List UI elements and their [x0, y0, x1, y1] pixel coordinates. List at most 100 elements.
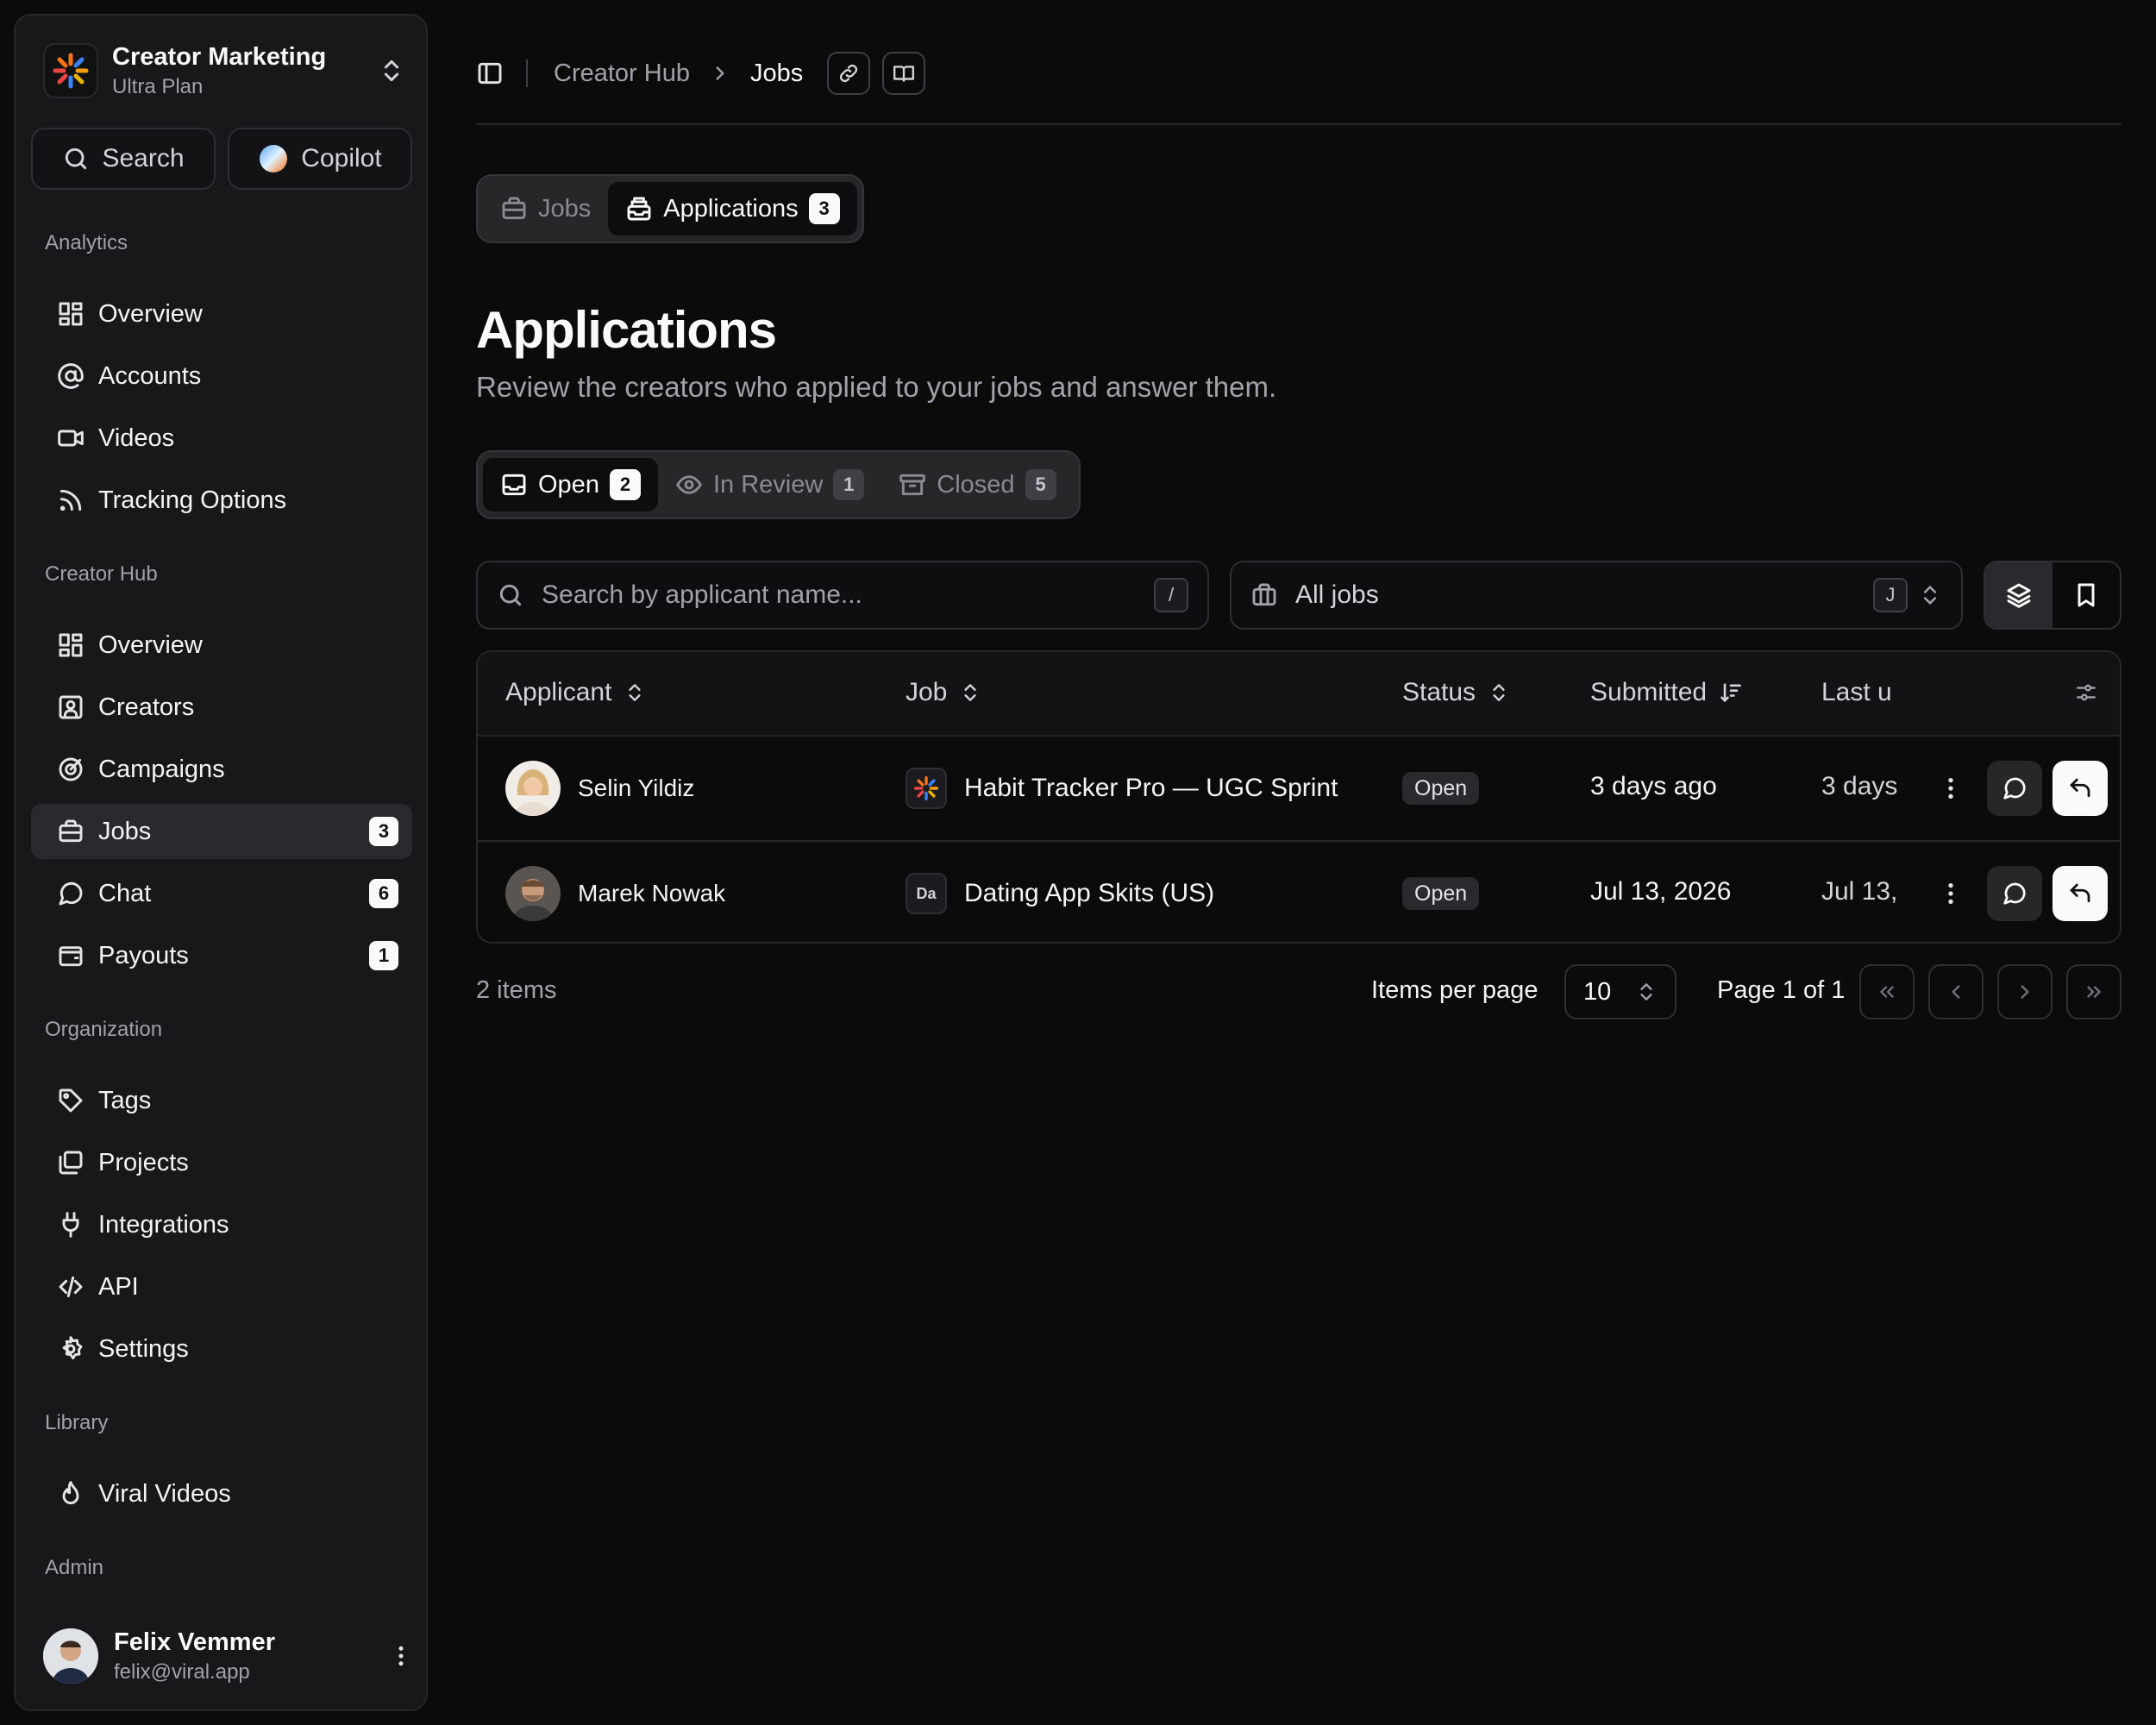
status-badge: Open — [1402, 877, 1480, 910]
copilot-button[interactable]: Copilot — [228, 128, 412, 190]
open-chat-button[interactable] — [1987, 866, 2042, 921]
video-icon — [58, 430, 84, 447]
breadcrumb-parent[interactable]: Creator Hub — [554, 60, 690, 88]
sidebar-item-hub-overview[interactable]: Overview — [31, 618, 412, 673]
closed-count-badge: 5 — [1025, 469, 1056, 500]
next-page-button[interactable] — [1997, 964, 2053, 1019]
more-vertical-icon[interactable] — [1937, 775, 1965, 802]
inbox-icon — [502, 474, 526, 496]
page-info: Page 1 of 1 — [1717, 976, 1846, 1004]
rss-icon — [60, 489, 82, 511]
column-last-updated[interactable]: Last u — [1821, 678, 1892, 707]
reply-button[interactable] — [2053, 866, 2108, 921]
grid-icon — [59, 633, 83, 657]
workspace-switcher[interactable]: Creator Marketing Ultra Plan — [43, 38, 405, 104]
sidebar-item-creators[interactable]: Creators — [31, 680, 412, 735]
code-icon — [59, 1276, 83, 1298]
search-placeholder: Search by applicant name... — [542, 580, 862, 609]
search-button[interactable]: Search — [31, 128, 216, 190]
applicant-name[interactable]: Marek Nowak — [578, 880, 725, 907]
column-submitted[interactable]: Submitted — [1590, 678, 1743, 707]
more-vertical-icon[interactable] — [1937, 880, 1965, 907]
workspace-plan: Ultra Plan — [112, 74, 204, 98]
first-page-button[interactable] — [1859, 964, 1915, 1019]
open-count-badge: 2 — [609, 469, 641, 500]
chat-icon — [59, 881, 83, 906]
sidebar-item-tracking-options[interactable]: Tracking Options — [31, 473, 412, 528]
saved-view-button[interactable] — [2053, 562, 2120, 628]
user-profile[interactable]: Felix Vemmer felix@viral.app — [43, 1623, 414, 1689]
applicant-cell: Selin Yildiz — [505, 761, 694, 816]
chevrons-up-down-icon — [1923, 586, 1937, 605]
archive-icon — [899, 474, 926, 496]
reply-icon — [2070, 883, 2090, 903]
flame-icon — [62, 1481, 79, 1505]
column-label: Job — [906, 678, 948, 706]
job-title[interactable]: Dating App Skits (US) — [964, 879, 1214, 908]
sidebar-item-analytics-overview[interactable]: Overview — [31, 286, 412, 342]
briefcase-icon — [1252, 583, 1276, 606]
view-toggle — [1984, 561, 2122, 630]
more-vertical-icon[interactable] — [388, 1643, 414, 1669]
sidebar-item-campaigns[interactable]: Campaigns — [31, 742, 412, 797]
section-label-organization: Organization — [45, 1018, 163, 1041]
reply-button[interactable] — [2053, 761, 2108, 816]
sidebar-item-videos[interactable]: Videos — [31, 411, 412, 466]
sidebar-item-label: Payouts — [98, 941, 189, 969]
open-chat-button[interactable] — [1987, 761, 2042, 816]
sidebar-item-tags[interactable]: Tags — [31, 1073, 412, 1128]
job-logo: Da — [906, 873, 947, 914]
job-cell: Da Dating App Skits (US) — [906, 873, 1214, 914]
link-icon — [840, 64, 858, 83]
search-input[interactable]: Search by applicant name... / — [476, 561, 1209, 630]
tab-open[interactable]: Open 2 — [483, 458, 658, 511]
table-row[interactable]: Marek Nowak Da Dating App Skits (US) Ope… — [478, 840, 2120, 942]
reply-icon — [2070, 778, 2090, 798]
job-filter-shortcut: J — [1873, 578, 1908, 612]
items-per-page-select[interactable]: 10 — [1564, 964, 1677, 1019]
applicant-cell: Marek Nowak — [505, 866, 725, 921]
job-title[interactable]: Habit Tracker Pro — UGC Sprint — [964, 774, 1338, 803]
gear-icon — [62, 1336, 83, 1360]
sidebar-item-payouts[interactable]: Payouts 1 — [31, 928, 412, 983]
sidebar-item-viral-videos[interactable]: Viral Videos — [31, 1466, 412, 1521]
last-updated-cell: Jul 13, — [1821, 877, 1898, 906]
previous-page-button[interactable] — [1928, 964, 1984, 1019]
sidebar-item-integrations[interactable]: Integrations — [31, 1197, 412, 1252]
sidebar-item-projects[interactable]: Projects — [31, 1135, 412, 1190]
sidebar-item-accounts[interactable]: Accounts — [31, 348, 412, 404]
tab-closed[interactable]: Closed 5 — [881, 458, 1073, 511]
tab-applications[interactable]: Applications 3 — [608, 182, 857, 235]
layers-view-button[interactable] — [1985, 562, 2053, 628]
sidebar-item-api[interactable]: API — [31, 1259, 412, 1314]
section-label-creator-hub: Creator Hub — [45, 562, 158, 586]
column-settings-icon[interactable] — [2075, 681, 2097, 704]
user-email: felix@viral.app — [114, 1659, 250, 1684]
sidebar-item-jobs[interactable]: Jobs 3 — [31, 804, 412, 859]
sidebar-toggle-icon[interactable] — [476, 60, 504, 87]
last-page-button[interactable] — [2066, 964, 2122, 1019]
column-job[interactable]: Job — [906, 678, 981, 707]
table-row[interactable]: Selin Yildiz Habit Tracker Pro — UGC Spr… — [478, 737, 2120, 840]
tab-label: Closed — [937, 470, 1015, 499]
column-label: Applicant — [505, 678, 612, 706]
column-applicant[interactable]: Applicant — [505, 678, 646, 707]
docs-button[interactable] — [882, 52, 926, 95]
sidebar-item-chat[interactable]: Chat 6 — [31, 866, 412, 921]
in-review-count-badge: 1 — [833, 469, 865, 500]
tab-jobs[interactable]: Jobs — [483, 182, 608, 235]
copy-link-button[interactable] — [827, 52, 871, 95]
avatar — [505, 866, 561, 921]
column-status[interactable]: Status — [1402, 678, 1510, 707]
job-cell: Habit Tracker Pro — UGC Sprint — [906, 768, 1338, 809]
bookmark-icon — [2078, 583, 2095, 607]
sidebar-item-settings[interactable]: Settings — [31, 1321, 412, 1377]
at-icon — [58, 363, 84, 389]
table-header: Applicant Job Status Submitted Last u — [478, 652, 2120, 737]
tab-in-review[interactable]: In Review 1 — [658, 458, 881, 511]
copilot-orb-icon — [260, 145, 288, 172]
job-filter-select[interactable]: All jobs J — [1230, 561, 1963, 630]
applicant-name[interactable]: Selin Yildiz — [578, 775, 694, 802]
page-title: Applications — [476, 301, 777, 359]
view-tabs: Jobs Applications 3 — [476, 174, 864, 243]
